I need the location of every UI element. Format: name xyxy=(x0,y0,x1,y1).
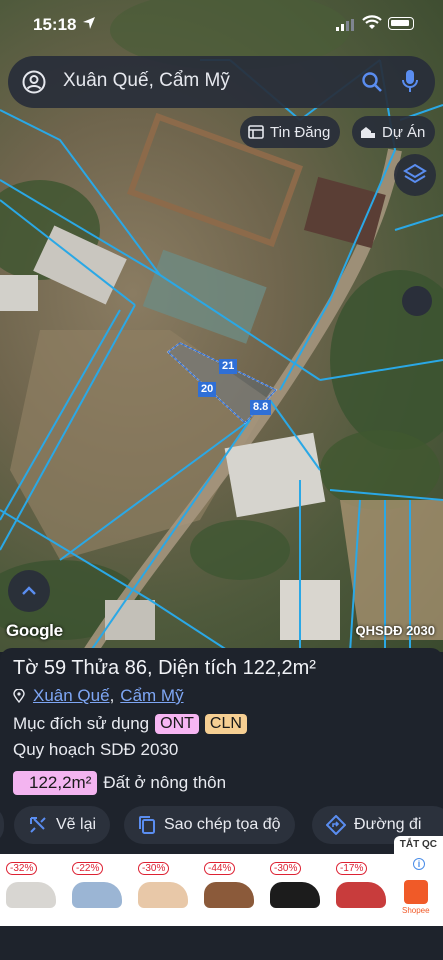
purpose-label: Mục đích sử dụng xyxy=(13,714,150,733)
shopee-brand: Shopee xyxy=(402,906,430,915)
land-use-tag[interactable]: CLN xyxy=(204,714,247,734)
search-input[interactable]: Xuân Quế, Cẩm Mỹ xyxy=(63,70,230,92)
ad-info-icon[interactable]: i xyxy=(413,858,425,870)
shopee-logo xyxy=(404,880,428,904)
building-icon xyxy=(361,127,375,138)
map-control-button[interactable] xyxy=(402,286,432,316)
listing-icon xyxy=(248,125,264,139)
area-row: 122,2m² Đất ở nông thôn xyxy=(13,771,226,795)
ad-banner[interactable]: TẮT QC -32% -22% -30% -44% -30% -17% i S… xyxy=(0,836,443,926)
tin-dang-button[interactable]: Tin Đăng xyxy=(240,116,341,148)
wifi-icon xyxy=(362,15,382,29)
battery-icon xyxy=(388,17,414,30)
redraw-label: Vẽ lại xyxy=(56,816,97,833)
search-icon[interactable] xyxy=(360,70,384,94)
copy-icon xyxy=(139,816,155,834)
ad-product[interactable]: -30% xyxy=(136,858,198,920)
ad-product[interactable]: -30% xyxy=(268,858,330,920)
search-bar[interactable]: Xuân Quế, Cẩm Mỹ xyxy=(8,56,435,108)
chevron-up-icon xyxy=(22,586,36,595)
plan-label: Quy hoạch SDĐ 2030 xyxy=(13,740,179,759)
shoe-image xyxy=(204,882,254,908)
du-an-label: Dự Án xyxy=(382,123,426,141)
discount-badge: -44% xyxy=(204,862,236,875)
directions-label: Đường đi xyxy=(354,816,422,833)
ad-product[interactable]: -44% xyxy=(202,858,264,920)
layers-button[interactable] xyxy=(394,154,436,196)
layers-icon xyxy=(403,163,427,184)
land-use-purpose: Mục đích sử dụng ONT CLN xyxy=(13,714,247,734)
expand-up-button[interactable] xyxy=(8,570,50,612)
area-badge: 122,2m² xyxy=(13,771,98,795)
shoe-image xyxy=(138,882,188,908)
ad-product[interactable]: -17% xyxy=(334,858,396,920)
shoe-image xyxy=(72,882,122,908)
discount-badge: -30% xyxy=(270,862,302,875)
du-an-button[interactable]: Dự Án xyxy=(352,116,436,148)
layer-label: QHSDĐ 2030 xyxy=(355,623,435,638)
commune-link[interactable]: Xuân Quế xyxy=(33,686,110,706)
screen: 21 20 8.8 15:18 Xuân Quế, Cẩm Mỹ Tin Đăn… xyxy=(0,0,443,960)
discount-badge: -17% xyxy=(336,862,368,875)
discount-badge: -30% xyxy=(138,862,170,875)
google-attribution: Google xyxy=(6,621,63,640)
status-time: 15:18 xyxy=(33,15,77,34)
redraw-button[interactable]: Vẽ lại xyxy=(14,806,111,844)
action-bar: Vẽ lại Sao chép tọa độ Đường đi xyxy=(0,806,443,844)
address-separator: , xyxy=(109,686,115,705)
account-icon[interactable] xyxy=(22,70,46,94)
shoe-image xyxy=(270,882,320,908)
action-button-partial[interactable] xyxy=(0,806,4,844)
bottom-safe-area xyxy=(0,926,443,960)
parcel-address: Xuân Quế , Cẩm Mỹ xyxy=(13,686,184,706)
signal-icon xyxy=(336,19,354,31)
ad-product[interactable]: -32% xyxy=(4,858,66,920)
land-use-tag[interactable]: ONT xyxy=(155,714,199,734)
dimension-label: 20 xyxy=(198,382,217,397)
location-arrow-icon xyxy=(83,17,95,29)
location-pin-icon xyxy=(13,689,25,703)
dimension-label: 8.8 xyxy=(250,400,272,415)
redraw-icon xyxy=(30,817,46,833)
discount-badge: -32% xyxy=(6,862,38,875)
parcel-title: Tờ 59 Thửa 86, Diện tích 122,2m² xyxy=(13,657,316,679)
map-view[interactable]: 21 20 8.8 15:18 Xuân Quế, Cẩm Mỹ Tin Đăn… xyxy=(0,0,443,652)
status-bar: 15:18 xyxy=(0,0,443,50)
dimension-label: 21 xyxy=(219,359,238,374)
area-type: Đất ở nông thôn xyxy=(103,773,227,792)
discount-badge: -22% xyxy=(72,862,104,875)
district-link[interactable]: Cẩm Mỹ xyxy=(120,686,183,706)
microphone-icon[interactable] xyxy=(401,68,419,96)
shoe-image xyxy=(6,882,56,908)
shoe-image xyxy=(336,882,386,908)
ad-product[interactable]: -22% xyxy=(70,858,132,920)
close-ad-button[interactable]: TẮT QC xyxy=(393,836,443,854)
tin-dang-label: Tin Đăng xyxy=(270,123,331,141)
copy-coordinates-label: Sao chép tọa độ xyxy=(164,816,281,833)
directions-icon xyxy=(326,815,346,835)
copy-coordinates-button[interactable]: Sao chép tọa độ xyxy=(124,806,295,844)
